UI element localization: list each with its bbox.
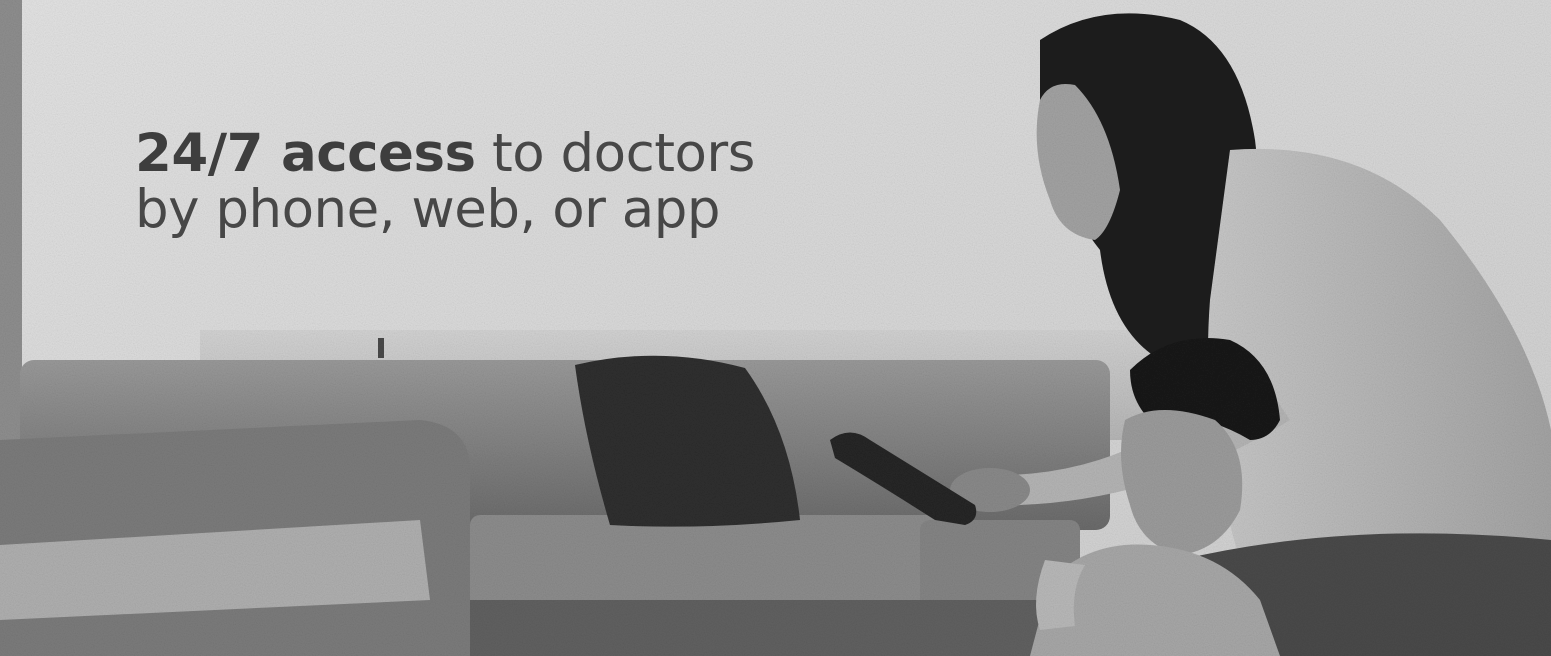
headline-line-1: 24/7 access to doctors bbox=[135, 126, 755, 182]
headline: 24/7 access to doctors by phone, web, or… bbox=[135, 126, 755, 238]
headline-line-2: by phone, web, or app bbox=[135, 179, 721, 240]
headline-rest: to doctors bbox=[475, 123, 755, 184]
background-photo bbox=[0, 0, 1551, 656]
headline-bold: 24/7 access bbox=[135, 123, 476, 184]
